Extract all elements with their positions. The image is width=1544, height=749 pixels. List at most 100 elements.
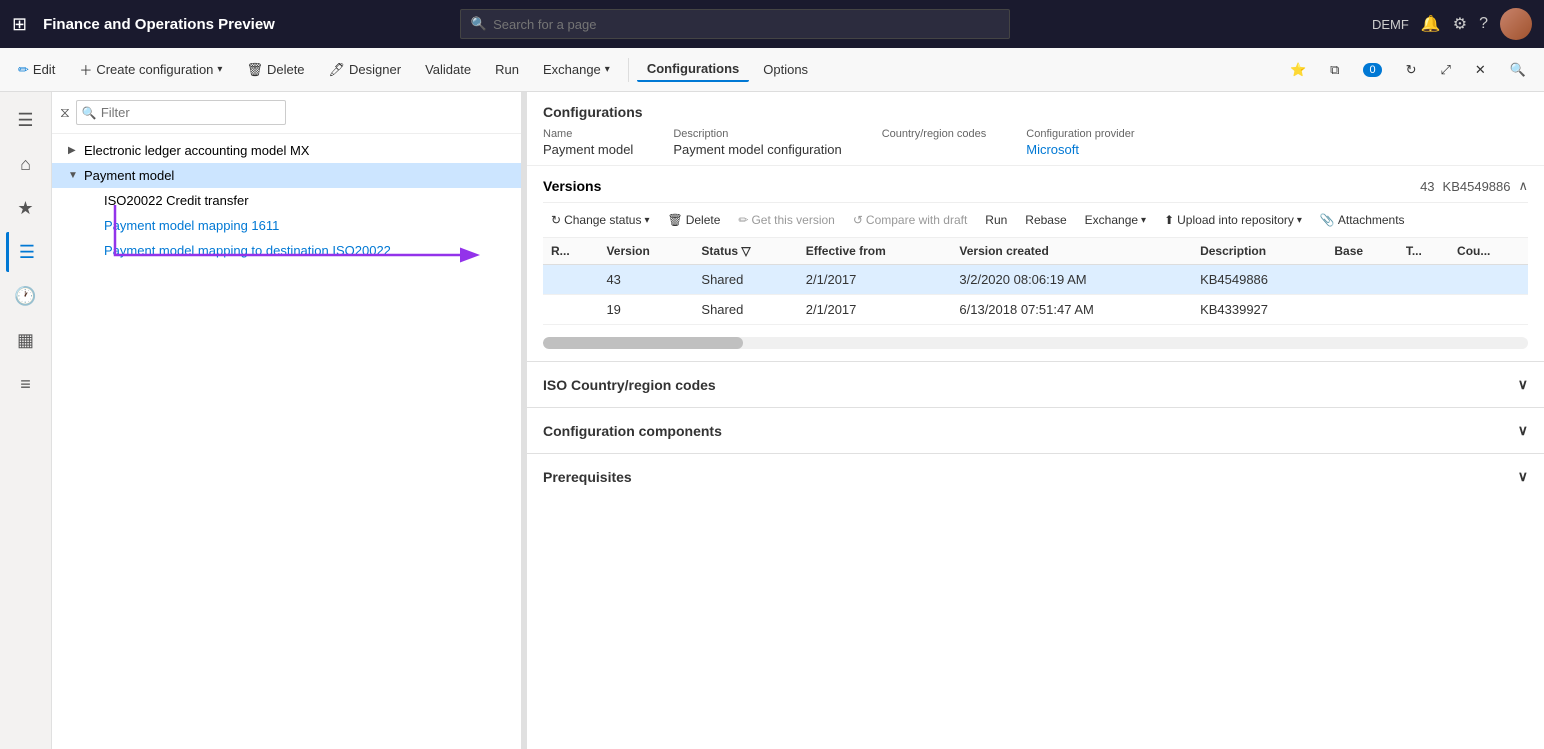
change-status-chevron: ▾ (644, 215, 649, 226)
table-row[interactable]: 43 Shared 2/1/2017 3/2/2020 08:06:19 AM … (543, 265, 1528, 295)
versions-header: Versions 43 KB4549886 ∧ (543, 166, 1528, 203)
user-label: DEMF (1372, 17, 1409, 32)
filter-input[interactable] (76, 100, 286, 125)
config-components-header[interactable]: Configuration components ∨ (527, 408, 1544, 453)
versions-delete-button[interactable]: 🗑 Delete (659, 209, 728, 231)
upload-into-repository-button[interactable]: ⬆ Upload into repository ▾ (1156, 209, 1310, 231)
versions-exchange-button[interactable]: Exchange ▾ (1077, 209, 1154, 231)
avatar[interactable] (1500, 8, 1532, 40)
badge-button[interactable]: 0 (1353, 59, 1391, 81)
notification-icon[interactable]: 🔔 (1421, 14, 1441, 34)
exchange-chevron-ver: ▾ (1141, 215, 1146, 226)
cell-version-1: 43 (598, 265, 693, 295)
tree-item-payment-model[interactable]: ▼ Payment model (52, 163, 521, 188)
meta-name-value: Payment model (543, 142, 633, 157)
versions-badge: 43 KB4549886 ∧ (1420, 178, 1528, 194)
compare-icon: ↺ (853, 213, 863, 227)
col-effective-from: Effective from (798, 238, 952, 265)
app-title: Finance and Operations Preview (43, 16, 275, 33)
iso-country-chevron: ∨ (1518, 376, 1528, 393)
tree-items: ▶ Electronic ledger accounting model MX … (52, 134, 521, 749)
versions-delete-icon: 🗑 (667, 213, 682, 227)
versions-section: Versions 43 KB4549886 ∧ ↻ Change status … (527, 166, 1544, 361)
sidebar-bookmark-icon[interactable]: ★ (6, 188, 46, 228)
versions-collapse-icon[interactable]: ∧ (1518, 178, 1528, 194)
delete-icon: 🗑 (246, 62, 263, 78)
create-config-button[interactable]: ＋ Create configuration ▾ (69, 56, 232, 83)
cell-desc-2: KB4339927 (1192, 295, 1326, 325)
tree-chevron-electronic: ▶ (68, 145, 80, 156)
prerequisites-header[interactable]: Prerequisites ∨ (527, 454, 1544, 499)
sidebar-list-icon[interactable]: ☰ (6, 232, 46, 272)
iso-country-section: ISO Country/region codes ∨ (527, 361, 1544, 407)
col-base: Base (1326, 238, 1397, 265)
close-button[interactable]: ✕ (1465, 58, 1496, 82)
search-input[interactable] (493, 17, 999, 32)
get-this-version-button[interactable]: ✏ Get this version (730, 209, 842, 231)
edit-icon: ✏ (18, 62, 29, 78)
sidebar-menu-icon[interactable]: ☰ (6, 100, 46, 140)
prerequisites-chevron: ∨ (1518, 468, 1528, 485)
horizontal-scrollbar[interactable] (543, 337, 1528, 349)
col-cou: Cou... (1449, 238, 1528, 265)
iso-country-header[interactable]: ISO Country/region codes ∨ (527, 362, 1544, 407)
cell-effective-2: 2/1/2017 (798, 295, 952, 325)
cell-t-1 (1398, 265, 1449, 295)
validate-button[interactable]: Validate (415, 58, 481, 81)
meta-desc-label: Description (673, 128, 841, 140)
sidebar-lines-icon[interactable]: ≡ (6, 364, 46, 404)
settings-icon[interactable]: ⚙ (1453, 14, 1467, 34)
filter-icon: ⧖ (60, 104, 70, 121)
favorites-button[interactable]: ⭐ (1280, 58, 1316, 82)
upload-icon: ⬆ (1164, 213, 1174, 227)
versions-toolbar: ↻ Change status ▾ 🗑 Delete ✏ Get this ve… (543, 203, 1528, 238)
tree-item-mapping-1611[interactable]: Payment model mapping 1611 (52, 213, 521, 238)
sidebar: ☰ ⌂ ★ ☰ 🕐 ▦ ≡ (0, 92, 52, 749)
run-button[interactable]: Run (485, 58, 529, 81)
split-view-button[interactable]: ⧉ (1320, 58, 1349, 82)
rebase-button[interactable]: Rebase (1017, 209, 1074, 231)
attachments-button[interactable]: 📎 Attachments (1312, 209, 1413, 231)
tree-item-electronic-ledger[interactable]: ▶ Electronic ledger accounting model MX (52, 138, 521, 163)
exchange-button[interactable]: Exchange ▾ (533, 58, 620, 81)
top-nav-bar: ⊞ Finance and Operations Preview 🔍 DEMF … (0, 0, 1544, 48)
notification-badge: 0 (1363, 63, 1381, 77)
config-components-section: Configuration components ∨ (527, 407, 1544, 453)
search-bar[interactable]: 🔍 (460, 9, 1010, 39)
compare-with-draft-button[interactable]: ↺ Compare with draft (845, 209, 975, 231)
cell-effective-1: 2/1/2017 (798, 265, 952, 295)
designer-button[interactable]: 🖊 Designer (319, 58, 412, 82)
cell-r-2 (543, 295, 598, 325)
sidebar-home-icon[interactable]: ⌂ (6, 144, 46, 184)
change-status-button[interactable]: ↻ Change status ▾ (543, 209, 657, 231)
tree-item-mapping-destination[interactable]: Payment model mapping to destination ISO… (52, 238, 521, 263)
versions-run-button[interactable]: Run (977, 209, 1015, 231)
search-cmd-button[interactable]: 🔍 (1500, 58, 1536, 82)
sidebar-clock-icon[interactable]: 🕐 (6, 276, 46, 316)
table-row[interactable]: 19 Shared 2/1/2017 6/13/2018 07:51:47 AM… (543, 295, 1528, 325)
tree-item-iso20022[interactable]: ISO20022 Credit transfer (52, 188, 521, 213)
versions-table-header: R... Version Status ▽ Effective from Ver… (543, 238, 1528, 265)
meta-name-col: Name Payment model (543, 128, 633, 157)
help-icon[interactable]: ? (1479, 15, 1488, 33)
meta-provider-value[interactable]: Microsoft (1026, 142, 1134, 157)
cell-status-1: Shared (693, 265, 797, 295)
scrollbar-thumb (543, 337, 743, 349)
grid-icon[interactable]: ⊞ (12, 14, 27, 35)
col-version-created: Version created (951, 238, 1192, 265)
sidebar-grid-icon[interactable]: ▦ (6, 320, 46, 360)
cell-base-1 (1326, 265, 1397, 295)
edit-button[interactable]: ✏ Edit (8, 58, 65, 82)
options-tab[interactable]: Options (753, 58, 818, 81)
expand-button[interactable]: ⤢ (1431, 58, 1461, 82)
cell-t-2 (1398, 295, 1449, 325)
refresh-button[interactable]: ↻ (1396, 58, 1427, 82)
delete-button[interactable]: 🗑 Delete (236, 58, 314, 82)
prerequisites-section: Prerequisites ∨ (527, 453, 1544, 499)
tree-item-label-electronic: Electronic ledger accounting model MX (84, 143, 513, 158)
configurations-tab[interactable]: Configurations (637, 57, 749, 82)
cell-cou-1 (1449, 265, 1528, 295)
cell-r-1 (543, 265, 598, 295)
get-version-icon: ✏ (738, 213, 748, 227)
cell-version-2: 19 (598, 295, 693, 325)
